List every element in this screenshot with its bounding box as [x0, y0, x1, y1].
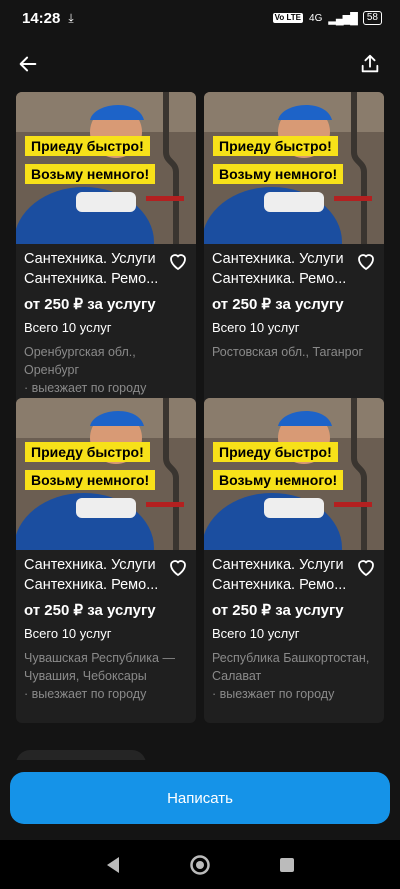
circle-home-icon	[190, 855, 210, 875]
battery-level: 58	[362, 11, 382, 25]
service-location-2: Чувашия, Чебоксары	[24, 669, 147, 683]
nav-back-button[interactable]	[100, 852, 126, 878]
system-nav-bar	[0, 840, 400, 889]
write-message-button[interactable]: Написать	[10, 772, 390, 824]
share-button[interactable]	[354, 48, 386, 80]
service-title-1: Сантехника. Услуги	[212, 557, 344, 573]
banner-line-1: Приеду быстро!	[213, 136, 338, 156]
service-count: Всего 10 услуг	[212, 626, 300, 641]
service-count: Всего 10 услуг	[24, 626, 112, 641]
service-price: от 250 ₽ за услугу	[24, 296, 156, 313]
service-location-2: Оренбург	[24, 363, 80, 377]
service-count: Всего 10 услуг	[212, 320, 300, 335]
banner-line-1: Приеду быстро!	[25, 442, 150, 462]
service-trip: · выезжает по городу	[24, 381, 147, 395]
download-icon: ⤓	[68, 10, 74, 25]
service-title-1: Сантехника. Услуги	[24, 251, 156, 267]
service-location-1: Оренбургская обл.,	[24, 345, 136, 359]
back-button[interactable]	[12, 48, 44, 80]
service-card[interactable]: Приеду быстро! Возьму немного! Сантехник…	[16, 92, 196, 417]
volte-label: Vo LTE	[272, 13, 304, 23]
heart-outline-icon[interactable]	[166, 249, 190, 273]
cta-container: Написать	[0, 760, 400, 840]
network-label: 4G	[309, 12, 323, 24]
service-title-2: Сантехника. Ремо...	[24, 577, 159, 593]
service-image: Приеду быстро! Возьму немного!	[204, 398, 384, 550]
service-price: от 250 ₽ за услугу	[24, 602, 156, 619]
service-image: Приеду быстро! Возьму немного!	[16, 92, 196, 244]
banner-line-2: Возьму немного!	[25, 470, 156, 490]
triangle-back-icon	[107, 857, 119, 873]
square-recents-icon	[280, 858, 294, 872]
service-trip: · выезжает по городу	[24, 687, 147, 701]
status-time: 14:28	[22, 9, 61, 27]
banner-line-2: Возьму немного!	[25, 164, 156, 184]
status-bar: 14:28 ⤓ Vo LTE 4G ▂▄▆█ 58	[0, 0, 400, 36]
status-indicators: Vo LTE 4G ▂▄▆█ 58	[272, 11, 382, 25]
service-title-1: Сантехника. Услуги	[212, 251, 344, 267]
service-price: от 250 ₽ за услугу	[212, 296, 344, 313]
service-location-1: Чувашская Республика —	[24, 651, 175, 665]
service-image: Приеду быстро! Возьму немного!	[204, 92, 384, 244]
service-price: от 250 ₽ за услугу	[212, 602, 344, 619]
service-title-2: Сантехника. Ремо...	[212, 271, 347, 287]
heart-outline-icon[interactable]	[354, 555, 378, 579]
share-icon	[361, 54, 379, 73]
services-grid: Приеду быстро! Возьму немного! Сантехник…	[0, 90, 400, 840]
banner-line-1: Приеду быстро!	[213, 442, 338, 462]
banner-line-1: Приеду быстро!	[25, 136, 150, 156]
service-image: Приеду быстро! Возьму немного!	[16, 398, 196, 550]
arrow-left-icon	[19, 56, 37, 72]
service-location-1: Ростовская обл., Таганрог	[212, 345, 364, 359]
service-trip: · выезжает по городу	[212, 687, 335, 701]
heart-outline-icon[interactable]	[354, 249, 378, 273]
service-title-2: Сантехника. Ремо...	[212, 577, 347, 593]
service-title-1: Сантехника. Услуги	[24, 557, 156, 573]
nav-home-button[interactable]	[187, 852, 213, 878]
banner-line-2: Возьму немного!	[213, 164, 344, 184]
top-bar	[0, 36, 400, 90]
service-location-1: Республика Башкортостан,	[212, 651, 370, 665]
heart-outline-icon[interactable]	[166, 555, 190, 579]
service-count: Всего 10 услуг	[24, 320, 112, 335]
service-location-2: Салават	[212, 669, 262, 683]
service-card[interactable]: Приеду быстро! Возьму немного! Сантехник…	[204, 92, 384, 417]
banner-line-2: Возьму немного!	[213, 470, 344, 490]
nav-recents-button[interactable]	[274, 852, 300, 878]
service-title-2: Сантехника. Ремо...	[24, 271, 159, 287]
service-card[interactable]: Приеду быстро! Возьму немного! Сантехник…	[204, 398, 384, 723]
service-card[interactable]: Приеду быстро! Возьму немного! Сантехник…	[16, 398, 196, 723]
signal-icon: ▂▄▆█	[328, 12, 357, 25]
